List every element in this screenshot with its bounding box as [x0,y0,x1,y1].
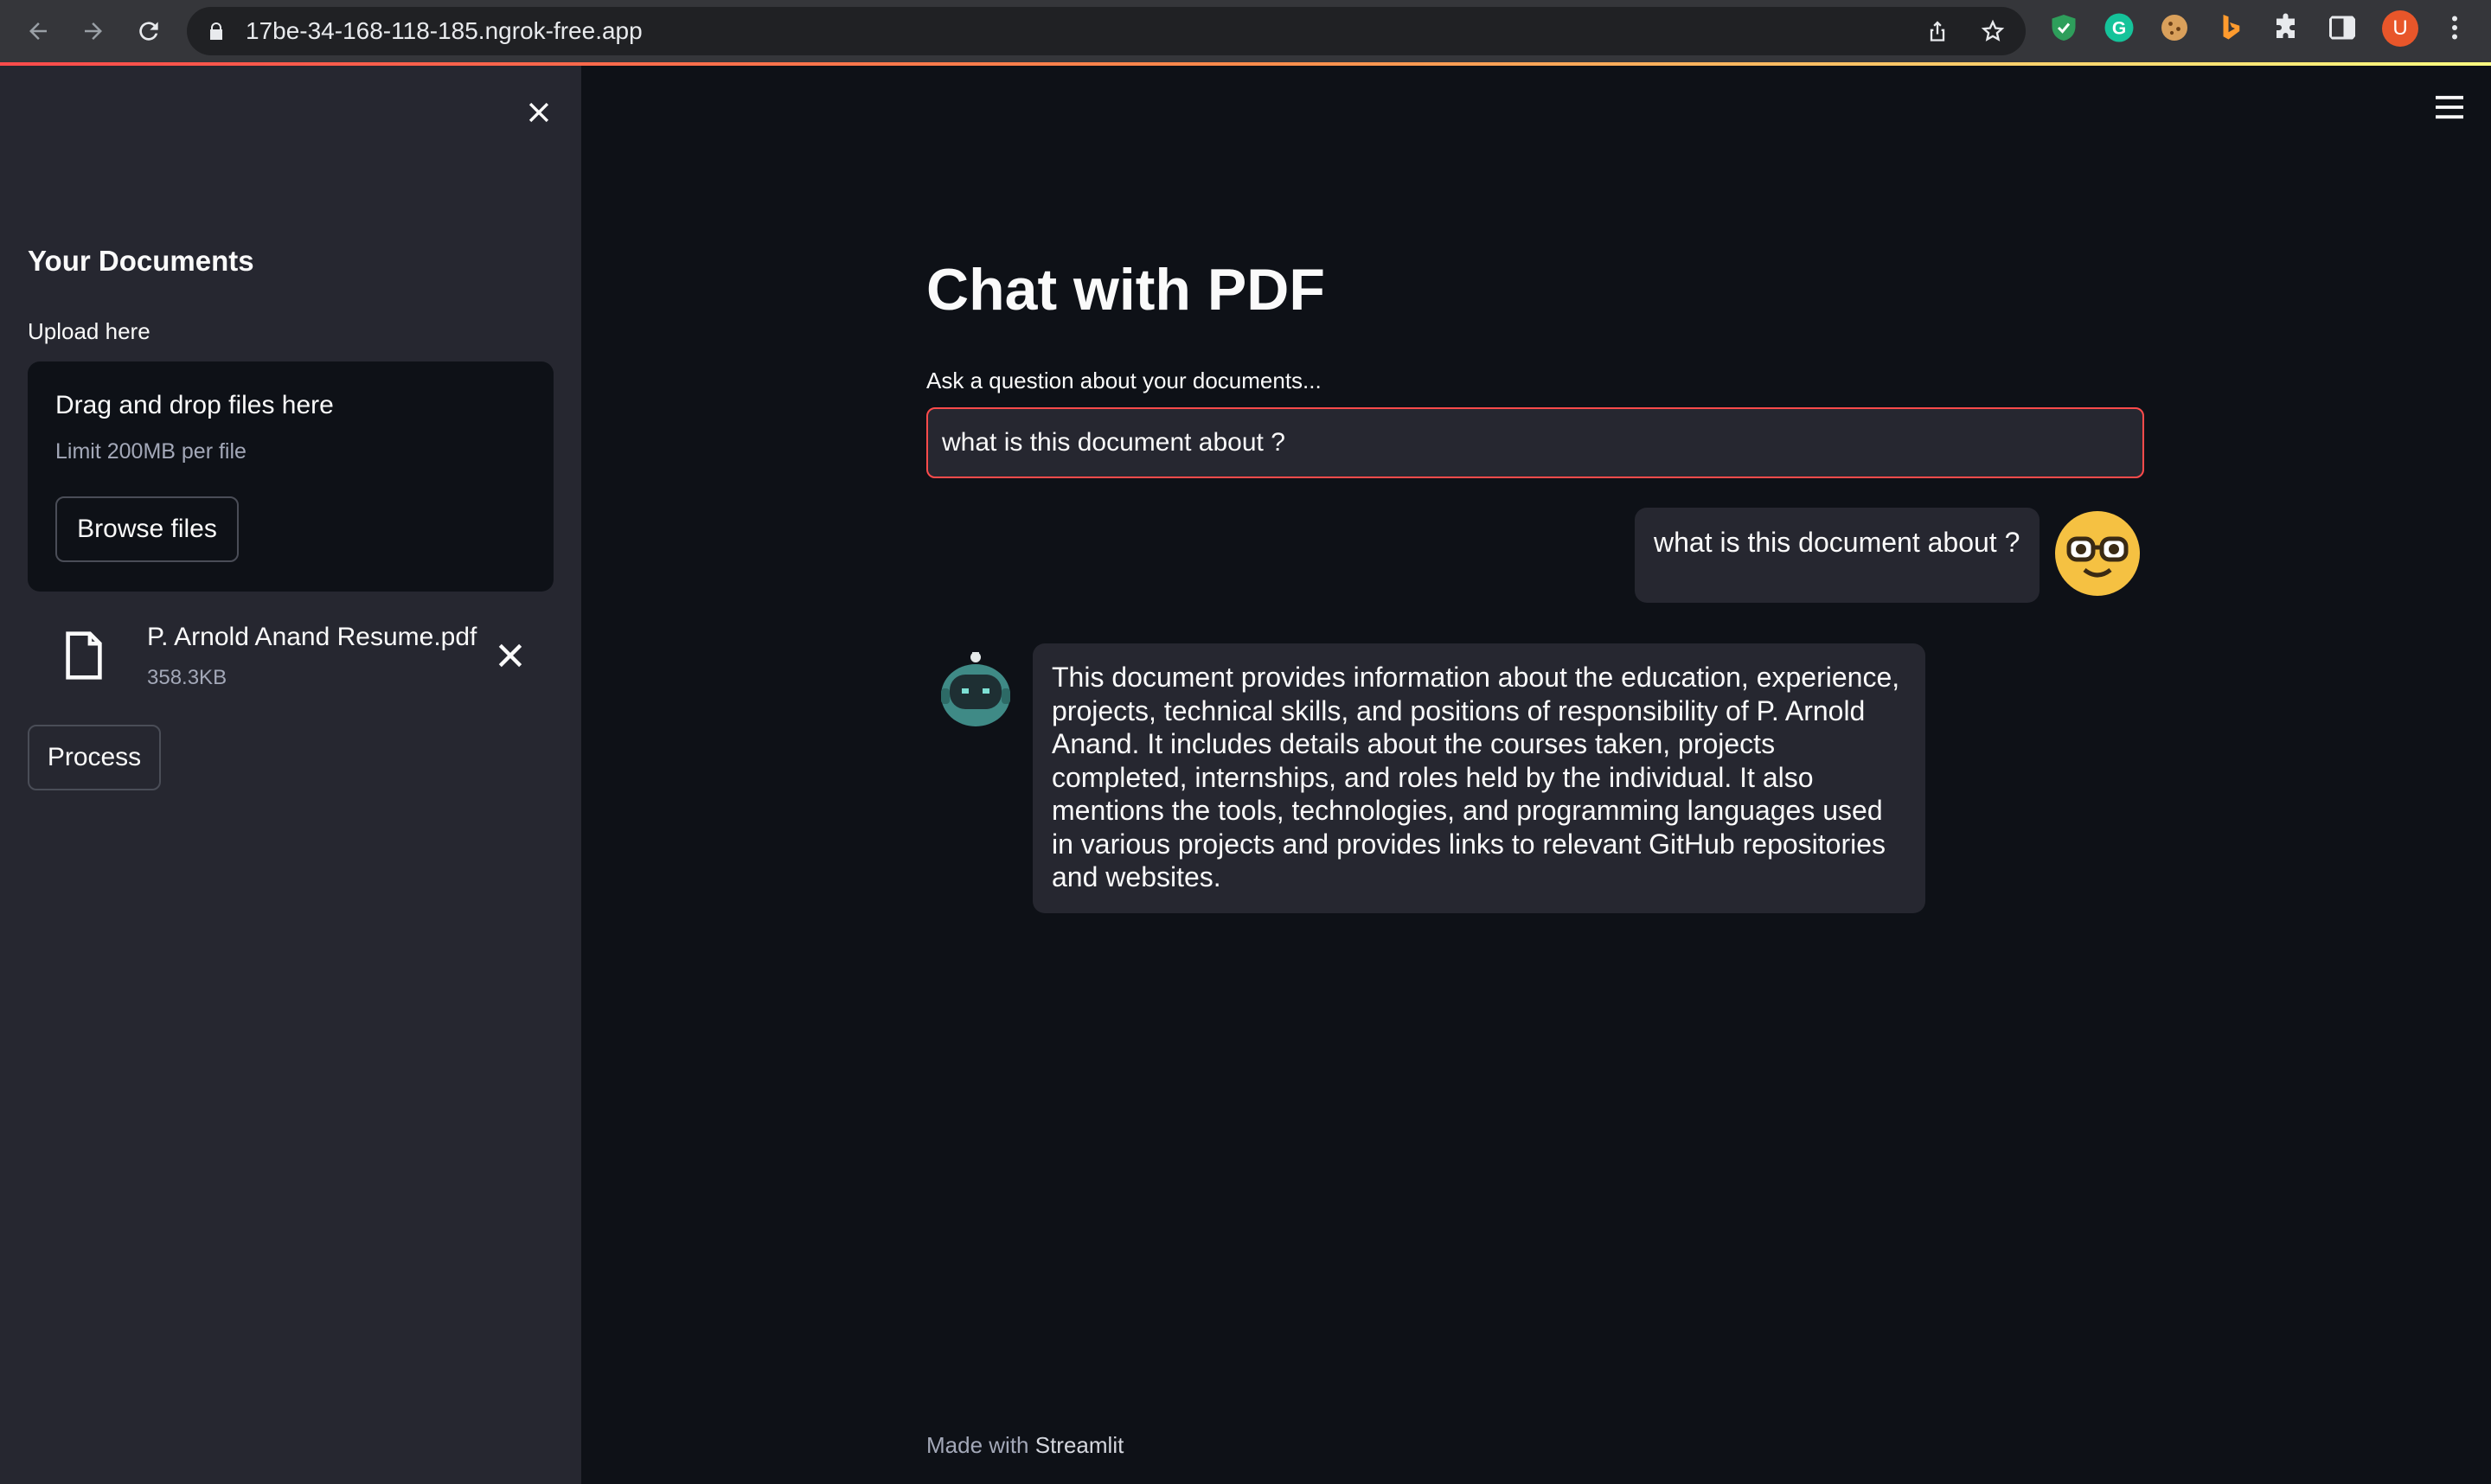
remove-file-icon[interactable] [493,638,528,673]
shield-check-icon[interactable] [2048,12,2079,43]
file-dropzone[interactable]: Drag and drop files here Limit 200MB per… [28,361,554,592]
cookie-icon[interactable] [2159,12,2190,43]
footer-prefix: Made with [926,1432,1029,1458]
lock-icon [210,22,222,40]
page-title: Chat with PDF [926,257,1325,323]
puzzle-icon[interactable] [2271,12,2302,43]
reload-icon[interactable] [130,12,168,50]
more-vert-icon[interactable] [2439,12,2470,43]
bot-avatar [939,650,1012,728]
dropzone-limit: Limit 200MB per file [55,439,247,464]
browser-toolbar: 17be-34-168-118-185.ngrok-free.app G U [0,0,2491,62]
dropzone-title: Drag and drop files here [55,391,334,419]
profile-initial: U [2392,16,2408,40]
bot-message: This document provides information about… [1033,643,1925,913]
url-text: 17be-34-168-118-185.ngrok-free.app [246,17,643,44]
forward-icon[interactable] [74,12,112,50]
address-bar[interactable]: 17be-34-168-118-185.ngrok-free.app [187,7,2026,55]
user-message: what is this document about ? [1635,508,2040,603]
file-size: 358.3KB [147,666,227,689]
file-icon [66,631,102,680]
uploaded-file: P. Arnold Anand Resume.pdf 358.3KB [28,616,554,702]
user-avatar [2055,511,2140,596]
grammarly-icon[interactable]: G [2104,12,2135,43]
upload-label: Upload here [28,318,150,344]
back-icon[interactable] [19,12,57,50]
bookmark-star-icon[interactable] [1981,19,2005,43]
streamlit-link[interactable]: Streamlit [1035,1432,1124,1458]
footer: Made with Streamlit [926,1432,1124,1459]
profile-avatar[interactable]: U [2382,10,2418,47]
browse-files-button[interactable]: Browse files [55,496,239,562]
file-name: P. Arnold Anand Resume.pdf [147,623,477,651]
process-button[interactable]: Process [28,725,161,790]
side-panel-icon[interactable] [2327,12,2358,43]
svg-text:G: G [2112,19,2126,39]
share-icon[interactable] [1925,19,1950,43]
sidebar-title: Your Documents [28,245,254,277]
bing-icon[interactable] [2214,12,2245,43]
nerd-face-icon [2056,512,2139,595]
question-label: Ask a question about your documents... [926,368,1322,393]
close-sidebar-icon[interactable] [524,98,554,127]
main-menu-icon[interactable] [2432,93,2467,121]
sidebar: Your Documents Upload here Drag and drop… [0,66,581,1484]
robot-icon [941,652,1010,726]
question-input[interactable] [926,407,2144,478]
